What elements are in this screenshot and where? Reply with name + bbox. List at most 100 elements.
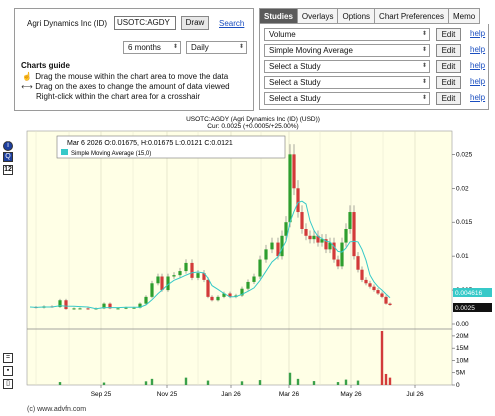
price-chart[interactable]: USOTC:AGDY (Agri Dynamics Inc (ID) (USD)… <box>0 113 495 416</box>
period-select[interactable]: 6 months ⬍ <box>123 41 181 54</box>
price-bar <box>312 235 316 240</box>
price-bar <box>216 296 220 301</box>
volume-bar <box>380 331 384 385</box>
study-select[interactable]: Select a Study ⬍ <box>264 92 430 105</box>
price-bar <box>132 307 136 309</box>
guide-line: Right-click within the chart area for a … <box>21 92 253 102</box>
study-select[interactable]: Select a Study ⬍ <box>264 60 430 73</box>
tab-options[interactable]: Options <box>338 8 376 24</box>
close-value-badge-text: 0.0025 <box>455 305 475 312</box>
price-bar <box>178 271 182 276</box>
price-bar <box>372 286 376 291</box>
volume-tick-label: 20M <box>456 333 469 340</box>
study-edit-button[interactable]: Edit <box>436 60 461 73</box>
study-help-link[interactable]: help <box>470 29 485 38</box>
study-row: Select a Study ⬍ Edit help <box>264 60 486 73</box>
period-select-value: 6 months <box>128 43 161 52</box>
price-bar <box>86 308 90 310</box>
charts-guide-title: Charts guide <box>21 61 70 70</box>
hand-icon: ☝ <box>22 72 32 81</box>
search-link[interactable]: Search <box>219 19 244 28</box>
study-edit-button[interactable]: Edit <box>436 76 461 89</box>
settings-tabs: Studies Overlays Options Chart Preferenc… <box>259 8 489 24</box>
time-axis[interactable]: Sep 25 Nov 25 Jan 26 Mar 26 May 26 Jul 26 <box>91 385 424 398</box>
draw-button[interactable]: Draw <box>181 16 209 30</box>
study-select-value: Volume <box>269 30 296 39</box>
charts-guide: Charts guide ☝ Drag the mouse within the… <box>21 61 253 102</box>
study-select-value: Select a Study <box>269 78 321 87</box>
study-row: Simple Moving Average ⬍ Edit help <box>264 44 486 57</box>
symbol-input[interactable]: USOTC:AGDY <box>114 16 176 30</box>
volume-axis[interactable]: 20M 15M 10M 5M 0 <box>452 333 469 389</box>
price-tick-label: 0.015 <box>456 219 473 226</box>
tab-studies[interactable]: Studies <box>259 8 298 24</box>
study-row: Select a Study ⬍ Edit help <box>264 92 486 105</box>
price-bar <box>352 212 356 257</box>
volume-bar <box>184 377 188 385</box>
study-edit-button[interactable]: Edit <box>436 28 461 41</box>
study-help-link[interactable]: help <box>470 61 485 70</box>
price-bar <box>246 281 250 289</box>
symbol-label: Agri Dynamics Inc (ID) <box>27 19 108 28</box>
price-bar <box>264 249 268 260</box>
price-bar <box>364 279 368 284</box>
price-bar <box>78 308 82 310</box>
time-tick-label: Jul 26 <box>406 391 424 398</box>
volume-bar <box>356 380 360 385</box>
volume-tick-label: 0 <box>456 382 460 389</box>
study-select[interactable]: Volume ⬍ <box>264 28 430 41</box>
study-help-link[interactable]: help <box>470 93 485 102</box>
study-select[interactable]: Select a Study ⬍ <box>264 76 430 89</box>
study-edit-button[interactable]: Edit <box>436 44 461 57</box>
time-tick-label: May 26 <box>340 391 362 398</box>
symbol-control-panel: Agri Dynamics Inc (ID) USOTC:AGDY Draw S… <box>14 8 254 111</box>
legend-label: Simple Moving Average (15,0) <box>71 151 151 157</box>
price-bar <box>72 308 76 310</box>
volume-bar <box>296 378 300 385</box>
ohlc-info: Mar 6 2026 O:0.01675, H:0.01675 L:0.0121… <box>67 140 233 147</box>
price-bar <box>184 262 188 272</box>
price-bar <box>144 296 148 304</box>
double-arrow-icon: ⟷ <box>21 82 33 91</box>
study-help-link[interactable]: help <box>470 45 485 54</box>
price-bar <box>258 259 262 277</box>
legend-swatch <box>61 149 68 155</box>
price-tick-label: 0.00 <box>456 321 469 328</box>
price-bar <box>380 293 384 297</box>
volume-bar <box>150 378 154 385</box>
interval-select[interactable]: Daily ⬍ <box>186 41 247 54</box>
guide-line: ⟷ Drag on the axes to change the amount … <box>21 82 253 92</box>
price-bar <box>292 154 296 189</box>
price-bar <box>150 283 154 297</box>
price-bar <box>304 229 308 236</box>
price-bar <box>288 154 292 223</box>
select-arrow-icon: ⬍ <box>172 44 178 50</box>
price-bar <box>116 308 120 310</box>
volume-bar <box>102 382 106 385</box>
price-bar <box>368 283 372 287</box>
price-axis[interactable]: 0.0250.020.0150.010.0050.00 <box>452 151 473 328</box>
tab-overlays[interactable]: Overlays <box>297 8 339 24</box>
volume-bar <box>240 381 244 385</box>
price-bar <box>296 188 300 213</box>
study-edit-button[interactable]: Edit <box>436 92 461 105</box>
guide-line-text: Drag on the axes to change the amount of… <box>35 82 230 91</box>
price-bar <box>300 212 304 229</box>
select-arrow-icon: ⬍ <box>238 44 244 50</box>
study-select[interactable]: Simple Moving Average ⬍ <box>264 44 430 57</box>
tab-chart-preferences[interactable]: Chart Preferences <box>375 8 449 24</box>
price-bar <box>308 235 312 240</box>
select-arrow-icon: ⬍ <box>421 31 427 37</box>
price-bar <box>206 279 210 297</box>
time-tick-label: Mar 26 <box>279 391 300 398</box>
time-tick-label: Jan 26 <box>221 391 241 398</box>
price-bar <box>270 242 274 250</box>
volume-tick-label: 15M <box>456 345 469 352</box>
select-arrow-icon: ⬍ <box>421 63 427 69</box>
volume-bar <box>312 381 316 385</box>
chart-subtitle: Cur: 0.0025 (+0.0005/+25.00%) <box>207 123 298 130</box>
volume-bar <box>388 377 392 385</box>
tab-memo[interactable]: Memo <box>448 8 481 24</box>
price-tick-label: 0.02 <box>456 185 469 192</box>
study-help-link[interactable]: help <box>470 77 485 86</box>
